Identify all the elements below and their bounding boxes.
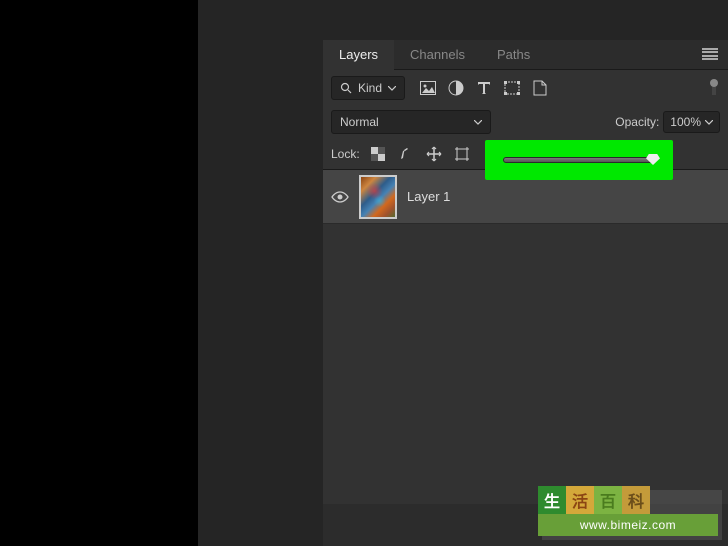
- blend-mode-value: Normal: [340, 115, 379, 129]
- filter-shape-icon[interactable]: [503, 79, 521, 97]
- chevron-down-icon: [474, 120, 482, 125]
- layer-thumbnail[interactable]: [359, 175, 397, 219]
- filter-smartobject-icon[interactable]: [531, 79, 549, 97]
- watermark-logo: 生 活 百 科: [538, 486, 718, 514]
- filter-kind-label: Kind: [358, 81, 382, 95]
- lock-icons: [370, 146, 470, 162]
- lock-transparency-icon[interactable]: [370, 146, 386, 162]
- panel-menu-icon[interactable]: [702, 48, 718, 60]
- filter-toggle-switch[interactable]: [708, 79, 720, 97]
- eye-icon: [331, 191, 349, 203]
- lock-position-icon[interactable]: [426, 146, 442, 162]
- opacity-value: 100%: [670, 115, 701, 129]
- opacity-input[interactable]: 100%: [663, 111, 720, 133]
- blend-mode-dropdown[interactable]: Normal: [331, 110, 491, 134]
- tab-layers[interactable]: Layers: [323, 40, 394, 70]
- lock-pixels-icon[interactable]: [398, 146, 414, 162]
- tab-paths[interactable]: Paths: [481, 40, 546, 70]
- blend-mode-row: Normal Opacity: 100%: [323, 106, 728, 138]
- watermark-char: 活: [566, 486, 594, 514]
- layer-filter-row: Kind: [323, 70, 728, 106]
- watermark-char: 科: [622, 486, 650, 514]
- filter-type-icon[interactable]: [475, 79, 493, 97]
- watermark-char: 生: [538, 486, 566, 514]
- watermark-url: www.bimeiz.com: [538, 514, 718, 536]
- watermark-char: 百: [594, 486, 622, 514]
- watermark: 生 活 百 科 www.bimeiz.com: [538, 486, 718, 536]
- lock-artboard-icon[interactable]: [454, 146, 470, 162]
- search-icon: [340, 82, 352, 94]
- fill-slider-highlight: [485, 140, 673, 180]
- layers-empty-area: [323, 224, 728, 504]
- filter-type-icons: [419, 79, 549, 97]
- lock-label: Lock:: [331, 147, 360, 161]
- filter-pixel-icon[interactable]: [419, 79, 437, 97]
- fill-slider-thumb[interactable]: [646, 154, 660, 165]
- opacity-label: Opacity:: [615, 115, 659, 129]
- tab-channels[interactable]: Channels: [394, 40, 481, 70]
- layer-name[interactable]: Layer 1: [407, 189, 450, 204]
- chevron-down-icon: [705, 120, 713, 125]
- layers-panel: Layers Channels Paths Kind: [323, 0, 728, 546]
- fill-slider[interactable]: [503, 157, 655, 163]
- panel-spacer: [323, 0, 728, 40]
- filter-adjustment-icon[interactable]: [447, 79, 465, 97]
- opacity-group: Opacity: 100%: [615, 111, 720, 133]
- canvas-area: [198, 0, 323, 546]
- panel-tabs: Layers Channels Paths: [323, 40, 728, 70]
- filter-kind-dropdown[interactable]: Kind: [331, 76, 405, 100]
- visibility-toggle[interactable]: [331, 188, 349, 206]
- chevron-down-icon: [388, 86, 396, 91]
